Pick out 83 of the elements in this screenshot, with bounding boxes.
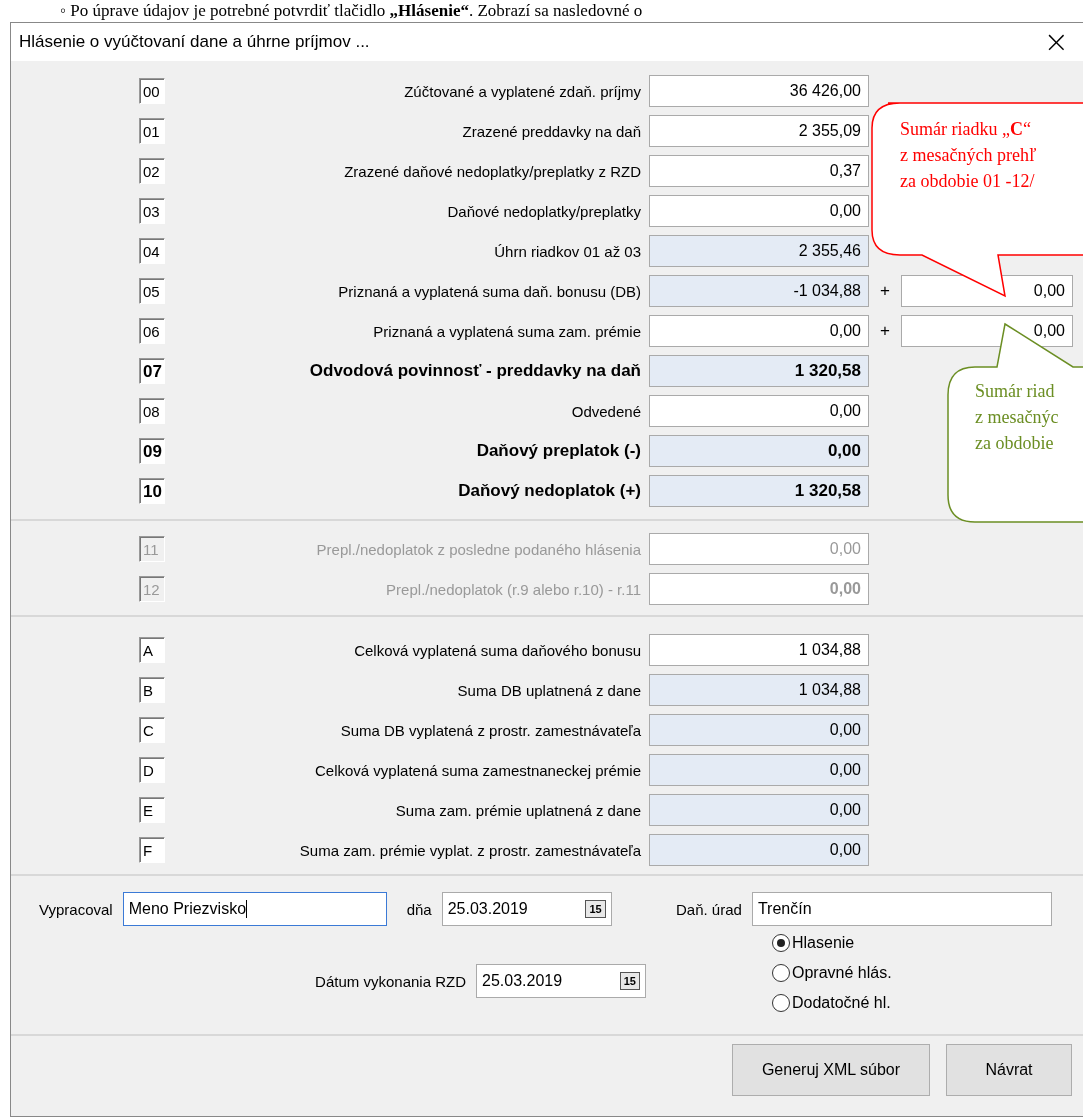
field-label: Dátum vykonania RZD (315, 972, 466, 990)
row-code: 00 (139, 78, 165, 104)
value-field[interactable]: 0,00 (649, 435, 869, 467)
callout-text: Sumár riad (975, 380, 1056, 403)
value-field[interactable]: 36 426,00 (649, 75, 869, 107)
row-code: E (139, 797, 165, 823)
row-label: Zrazené preddavky na daň (461, 122, 641, 140)
callout-text: Sumár riadku „C“ (900, 118, 1032, 141)
value-field[interactable]: 0,00 (649, 315, 869, 347)
row-label: Priznaná a vyplatená suma daň. bonusu (DB) (337, 282, 641, 300)
row-label: Suma zam. prémie vyplat. z prostr. zamestnávateľa (298, 841, 641, 859)
field-label: dňa (406, 900, 432, 918)
row-label: Odvedené (570, 402, 641, 420)
window-title: Hlásenie o vyúčtovaní dane a úhrne príjmov ... (19, 32, 370, 52)
value-field[interactable]: 1 034,88 (649, 634, 869, 666)
name-field[interactable]: Meno Priezvisko (122, 892, 387, 926)
value-field[interactable]: 1 034,88 (649, 674, 869, 706)
value-field[interactable]: 1 320,58 (649, 475, 869, 507)
row-code: D (139, 757, 165, 783)
row-label: Suma DB uplatnená z dane (456, 681, 641, 699)
row-code: F (139, 837, 165, 863)
row-code: 03 (139, 198, 165, 224)
value-field[interactable]: 0,00 (649, 195, 869, 227)
row-label: Suma DB vyplatená z prostr. zamestnávateľa (339, 721, 641, 739)
row-code: 11 (139, 536, 165, 562)
row-label: Prepl./nedoplatok (r.9 alebo r.10) - r.11 (385, 580, 641, 598)
value-field[interactable]: 0,00 (649, 754, 869, 786)
row-code: C (139, 717, 165, 743)
row-label: Priznaná a vyplatená suma zam. prémie (372, 322, 641, 340)
row-code: 12 (139, 576, 165, 602)
row-code: 02 (139, 158, 165, 184)
calendar-button[interactable]: 15 (585, 900, 606, 918)
value-field[interactable]: 0,00 (649, 714, 869, 746)
row-label: Zrazené daňové nedoplatky/preplatky z RZD (343, 162, 641, 180)
row-label: Úhrn riadkov 01 až 03 (493, 242, 641, 260)
callout-text: za obdobie (975, 432, 1055, 455)
row-code: 01 (139, 118, 165, 144)
value-field[interactable]: 1 320,58 (649, 355, 869, 387)
callout-text: za obdobie 01 -12/ (900, 170, 1036, 193)
value-field[interactable]: 0,00 (649, 794, 869, 826)
radio-option[interactable]: Dodatočné hl. (772, 992, 1052, 1014)
value-field[interactable]: 2 355,46 (649, 235, 869, 267)
row-label: Celková vyplatená suma zamestnaneckej prémie (314, 761, 641, 779)
row-label: Daňový nedoplatok (+) (457, 481, 641, 501)
row-label: Celková vyplatená suma daňového bonusu (353, 641, 641, 659)
callout-text: z mesačných prehľ (900, 144, 1037, 167)
value-field[interactable]: 0,37 (649, 155, 869, 187)
radio-option[interactable]: Hlasenie (772, 932, 1052, 954)
row-code: 05 (139, 278, 165, 304)
value-field[interactable]: 0,00 (901, 275, 1073, 307)
radio-option[interactable]: Opravné hlás. (772, 962, 1052, 984)
field-label: Vypracoval (39, 900, 113, 918)
row-label: Daňový preplatok (-) (475, 441, 641, 461)
plus-sign: + (879, 281, 891, 301)
date-field[interactable]: 25.03.2019 15 (441, 892, 612, 926)
row-code: 04 (139, 238, 165, 264)
close-button[interactable]: × (1029, 27, 1083, 57)
callout-text: z mesačnýc (975, 406, 1059, 429)
row-code: 06 (139, 318, 165, 344)
value-field[interactable]: 0,00 (649, 395, 869, 427)
field-label: Daň. úrad (676, 900, 742, 918)
row-label: Odvodová povinnosť - preddavky na daň (308, 361, 641, 381)
row-label: Suma zam. prémie uplatnená z dane (394, 801, 641, 819)
plus-sign: + (879, 321, 891, 341)
row-label: Zúčtované a vyplatené zdaň. príjmy (403, 82, 641, 100)
row-label: Daňové nedoplatky/preplatky (446, 202, 641, 220)
row-code: B (139, 677, 165, 703)
tax-office-field[interactable]: Trenčín (751, 892, 1052, 926)
row-code: 10 (139, 478, 165, 504)
value-field[interactable]: 0,00 (901, 315, 1073, 347)
value-field[interactable]: 0,00 (649, 834, 869, 866)
row-code: 09 (139, 438, 165, 464)
row-code: A (139, 637, 165, 663)
row-code: 08 (139, 398, 165, 424)
document-text: ◦ Po úprave údajov je potrebné potvrdiť tlačidlo „Hlásenie“. Zobrazí sa nasledovné o (59, 0, 644, 22)
value-field[interactable]: 2 355,09 (649, 115, 869, 147)
date-field[interactable]: 25.03.2019 15 (476, 964, 646, 998)
calendar-button[interactable]: 15 (619, 972, 640, 990)
row-code: 07 (139, 358, 165, 384)
dialog-button[interactable]: Návrat (946, 1044, 1072, 1096)
dialog-button[interactable]: Generuj XML súbor (732, 1044, 930, 1096)
row-label: Prepl./nedoplatok z posledne podaného hlásenia (315, 540, 641, 558)
value-field[interactable]: -1 034,88 (649, 275, 869, 307)
